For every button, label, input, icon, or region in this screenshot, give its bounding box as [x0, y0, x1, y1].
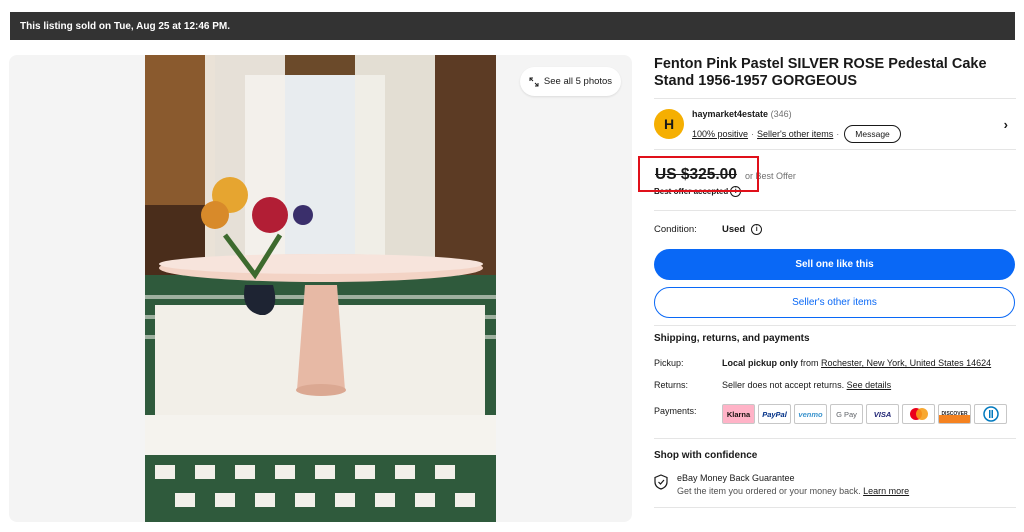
seller-avatar[interactable]: H — [654, 109, 684, 139]
listing-photo[interactable] — [145, 55, 496, 522]
payment-methods: Klarna PayPal venmo G Pay VISA DISCOVER — [722, 404, 1007, 424]
sellers-other-items-button[interactable]: Seller's other items — [654, 287, 1015, 318]
see-details-link[interactable]: See details — [847, 380, 892, 390]
visa-icon: VISA — [866, 404, 899, 424]
mastercard-icon — [902, 404, 935, 424]
pickup-label: Pickup: — [654, 358, 684, 368]
seller-name[interactable]: haymarket4estate (346) — [692, 109, 792, 119]
payments-label: Payments: — [654, 406, 697, 416]
returns-value: Seller does not accept returns. See deta… — [722, 380, 892, 390]
discover-icon: DISCOVER — [938, 404, 971, 424]
photo-gallery[interactable]: See all 5 photos — [9, 55, 632, 522]
google-pay-icon: G Pay — [830, 404, 863, 424]
sold-banner: This listing sold on Tue, Aug 25 at 12:4… — [10, 12, 1015, 40]
guarantee-title: eBay Money Back Guarantee — [677, 473, 795, 483]
guarantee-text: Get the item you ordered or your money b… — [677, 486, 910, 496]
message-button[interactable]: Message — [844, 125, 901, 143]
divider — [654, 438, 1016, 439]
expand-icon — [529, 77, 539, 86]
seller-card[interactable]: H haymarket4estate (346) 100% positive ·… — [654, 98, 1016, 150]
shipping-heading: Shipping, returns, and payments — [654, 333, 810, 344]
highlight-box — [638, 156, 759, 192]
see-all-photos-button[interactable]: See all 5 photos — [520, 67, 621, 96]
paypal-icon: PayPal — [758, 404, 791, 424]
chevron-right-icon[interactable]: › — [1004, 117, 1008, 132]
condition-label: Condition: — [654, 224, 697, 235]
sell-one-like-this-button[interactable]: Sell one like this — [654, 249, 1015, 280]
info-icon[interactable]: i — [751, 224, 763, 235]
divider — [654, 210, 1016, 211]
condition-value: Used i — [722, 224, 763, 235]
venmo-icon: venmo — [794, 404, 827, 424]
divider — [654, 507, 1016, 508]
diners-club-icon — [974, 404, 1007, 424]
returns-label: Returns: — [654, 380, 689, 390]
positive-feedback-link[interactable]: 100% positive — [692, 129, 748, 139]
cake-stand-photo — [145, 55, 496, 522]
pickup-value: Local pickup only from Rochester, New Yo… — [722, 358, 992, 368]
shield-icon — [654, 474, 668, 490]
feedback-count: (346) — [770, 109, 792, 119]
divider — [654, 325, 1016, 326]
pickup-location-link[interactable]: Rochester, New York, United States 14624 — [821, 358, 991, 368]
klarna-icon: Klarna — [722, 404, 755, 424]
learn-more-link[interactable]: Learn more — [863, 486, 909, 496]
see-all-label: See all 5 photos — [543, 76, 613, 87]
listing-title: Fenton Pink Pastel SILVER ROSE Pedestal … — [654, 56, 987, 89]
confidence-heading: Shop with confidence — [654, 450, 758, 461]
seller-other-items-link[interactable]: Seller's other items — [757, 129, 833, 139]
